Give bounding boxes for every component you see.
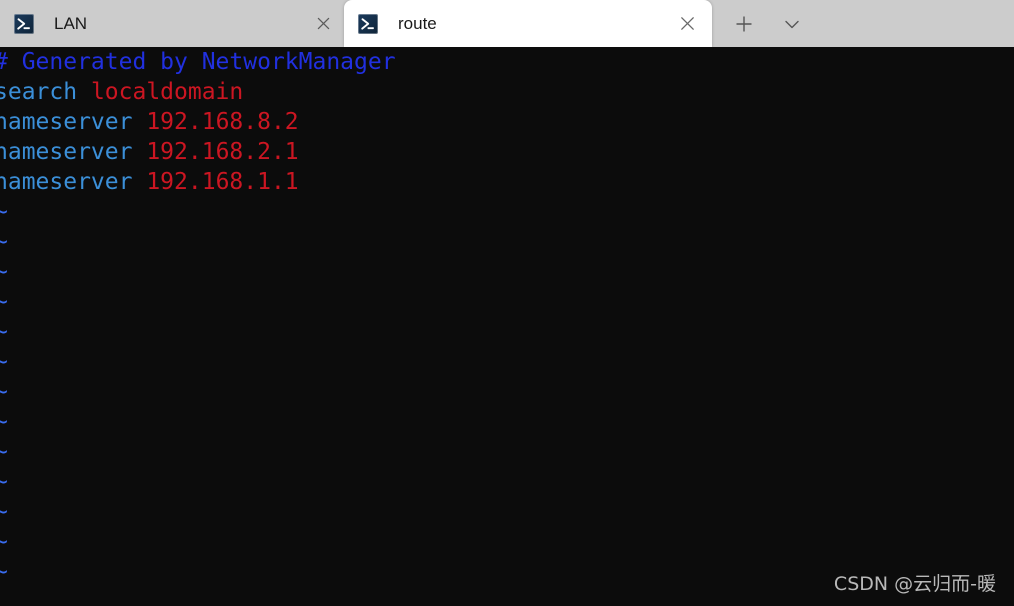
terminal-window: LAN route # Generated by NetworkManager …	[0, 0, 1014, 606]
terminal-empty-line: ~	[0, 437, 1014, 467]
powershell-icon	[14, 13, 34, 34]
tilde-marker: ~	[0, 349, 8, 375]
terminal-value: 192.168.2.1	[146, 139, 299, 165]
terminal-empty-line: ~	[0, 227, 1014, 257]
terminal-value: 192.168.1.1	[146, 169, 299, 195]
tilde-marker: ~	[0, 439, 8, 465]
tilde-marker: ~	[0, 499, 8, 525]
tilde-marker: ~	[0, 229, 8, 255]
terminal-keyword: nameserver	[0, 139, 147, 165]
powershell-icon	[358, 13, 378, 34]
tab-label-lan: LAN	[54, 14, 88, 33]
terminal-empty-line: ~	[0, 377, 1014, 407]
tab-bar-controls	[716, 0, 812, 47]
terminal-empty-line: ~	[0, 257, 1014, 287]
terminal-text-area: # Generated by NetworkManager search loca…	[0, 47, 1014, 587]
tilde-marker: ~	[0, 259, 8, 285]
tilde-marker: ~	[0, 379, 8, 405]
terminal-line: # Generated by NetworkManager	[0, 47, 1014, 77]
terminal-line: nameserver 192.168.2.1	[0, 137, 1014, 167]
new-tab-button[interactable]	[724, 6, 764, 42]
terminal-empty-line: ~	[0, 527, 1014, 557]
terminal-value: localdomain	[90, 79, 244, 105]
terminal-line: search localdomain	[0, 77, 1014, 107]
terminal-keyword: nameserver	[0, 109, 147, 135]
tilde-marker: ~	[0, 559, 8, 585]
watermark: CSDN @云归而-暖	[833, 573, 996, 595]
terminal-keyword: nameserver	[0, 169, 147, 195]
chevron-down-icon[interactable]	[772, 6, 812, 42]
tab-lan[interactable]: LAN	[0, 0, 348, 47]
tab-strip: LAN route	[0, 0, 712, 47]
tab-route[interactable]: route	[344, 0, 712, 47]
tilde-marker: ~	[0, 199, 8, 225]
tilde-marker: ~	[0, 469, 8, 495]
tilde-marker: ~	[0, 289, 8, 315]
terminal-empty-line: ~	[0, 287, 1014, 317]
tab-close-button-route[interactable]	[670, 7, 704, 41]
terminal-line: nameserver 192.168.8.2	[0, 107, 1014, 137]
title-bar: LAN route	[0, 0, 1014, 47]
terminal-line: nameserver 192.168.1.1	[0, 167, 1014, 197]
terminal-empty-line: ~	[0, 197, 1014, 227]
terminal-empty-line: ~	[0, 317, 1014, 347]
terminal-empty-line: ~	[0, 467, 1014, 497]
terminal-empty-line: ~	[0, 497, 1014, 527]
terminal-keyword: search	[0, 79, 91, 105]
tilde-marker: ~	[0, 319, 8, 345]
tilde-marker: ~	[0, 409, 8, 435]
terminal-empty-line: ~	[0, 347, 1014, 377]
terminal-empty-line: ~	[0, 407, 1014, 437]
terminal-comment: # Generated by NetworkManager	[0, 49, 396, 75]
tab-close-button-lan[interactable]	[306, 7, 340, 41]
terminal-body[interactable]: # Generated by NetworkManager search loca…	[0, 47, 1014, 606]
terminal-value: 192.168.8.2	[146, 109, 299, 135]
tab-label-route: route	[398, 14, 437, 33]
tilde-marker: ~	[0, 529, 8, 555]
